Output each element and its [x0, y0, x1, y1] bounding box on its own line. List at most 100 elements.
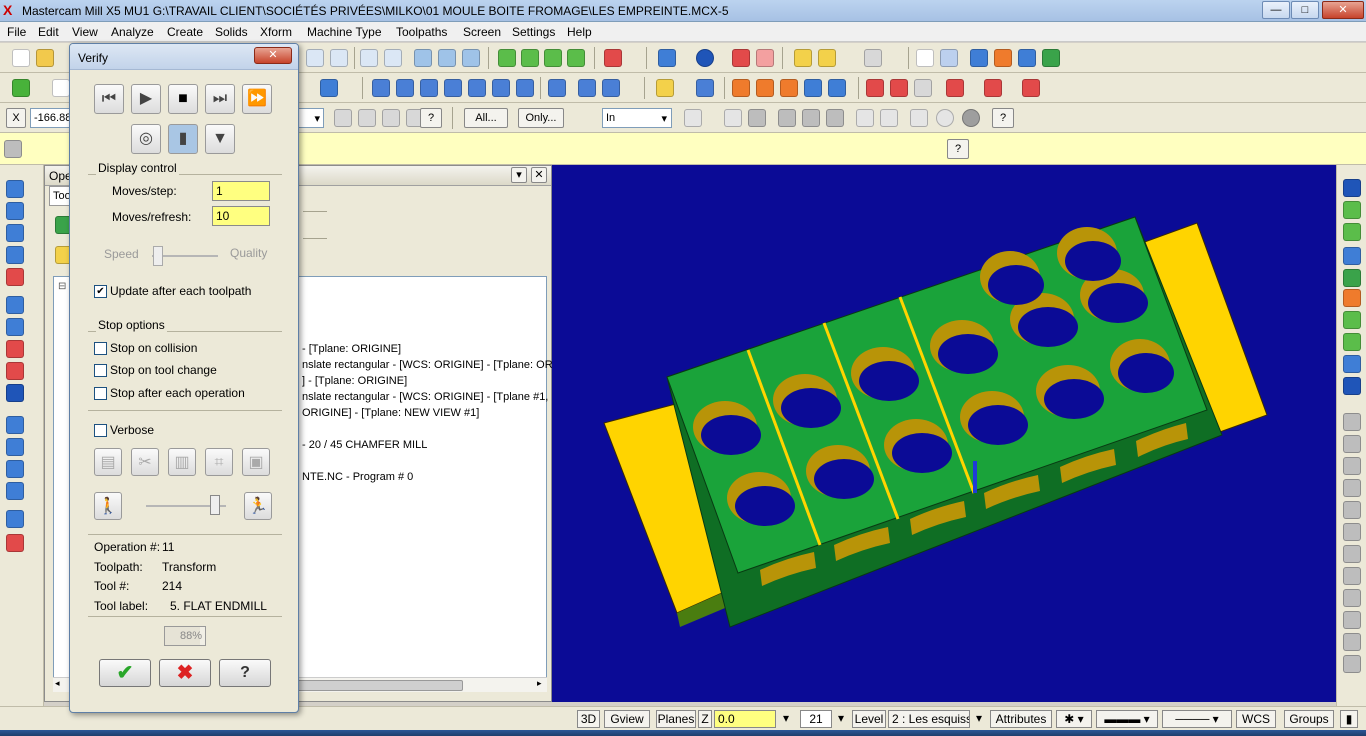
scrollbar-thumb[interactable] — [293, 680, 463, 691]
point-style-select[interactable]: ✱ ▾ — [1056, 710, 1092, 728]
tree-line-1[interactable]: - [Tplane: ORIGINE] — [302, 343, 401, 355]
zoom-out-icon[interactable] — [384, 49, 402, 67]
fillet-tool-icon[interactable] — [6, 246, 24, 264]
step-forward-button[interactable]: ⏭ — [205, 84, 235, 114]
chain-icon[interactable] — [438, 49, 456, 67]
xform-scale-icon[interactable] — [444, 79, 462, 97]
view-rotate-icon[interactable] — [1343, 247, 1361, 265]
moves-step-input[interactable]: 1 — [212, 181, 270, 201]
surface-icon[interactable] — [828, 79, 846, 97]
line-icon[interactable] — [52, 79, 70, 97]
xform-stretch-icon[interactable] — [602, 79, 620, 97]
view-top-icon[interactable] — [1343, 201, 1361, 219]
drill-toolpath-icon[interactable] — [890, 79, 908, 97]
ribbon-help-button[interactable]: ? — [420, 108, 442, 128]
tree-line-3[interactable]: ] - [Tplane: ORIGINE] — [302, 375, 407, 387]
disabled-tool-9-icon[interactable] — [1343, 589, 1361, 607]
menu-xform[interactable]: Xform — [260, 25, 292, 39]
front-view-icon[interactable] — [521, 49, 539, 67]
verify-close-button[interactable]: ✕ — [254, 47, 292, 64]
disabled-tool-7-icon[interactable] — [1343, 545, 1361, 563]
view-front-icon[interactable] — [1343, 223, 1361, 241]
dimension-icon[interactable] — [656, 79, 674, 97]
tree-line-2[interactable]: nslate rectangular - [WCS: ORIGINE] - [T… — [302, 359, 556, 371]
disable-icon[interactable] — [936, 109, 954, 127]
z-dropdown-icon[interactable]: ▾ — [778, 710, 794, 728]
face-select-icon[interactable] — [778, 109, 796, 127]
hatch-icon[interactable] — [756, 79, 774, 97]
point-icon[interactable] — [320, 79, 338, 97]
menu-screen[interactable]: Screen — [463, 25, 501, 39]
shade-view-icon[interactable] — [1343, 377, 1361, 395]
level-button[interactable]: Level — [852, 710, 886, 728]
extrude-tool-icon[interactable] — [6, 362, 24, 380]
panel-close-button[interactable]: ✕ — [531, 167, 547, 183]
fast-forward-button[interactable]: ⏩ — [242, 84, 272, 114]
verify-tool-1-icon[interactable]: ▤ — [94, 448, 122, 476]
menu-help[interactable]: Help — [567, 25, 592, 39]
stock-display-icon[interactable]: ▮ — [168, 124, 198, 154]
iso-view-icon[interactable] — [567, 49, 585, 67]
attributes-button[interactable]: Attributes — [990, 710, 1052, 728]
tool-display-icon[interactable]: ▼ — [205, 124, 235, 154]
join-tool-icon[interactable] — [6, 460, 24, 478]
mask-icon[interactable] — [382, 109, 400, 127]
help-button[interactable]: ? — [219, 659, 271, 687]
rewind-button[interactable]: ⏮ — [94, 84, 124, 114]
select-arrow-icon[interactable] — [724, 109, 742, 127]
grid-icon[interactable] — [940, 49, 958, 67]
solid-box-icon[interactable] — [604, 49, 622, 67]
disabled-tool-10-icon[interactable] — [1343, 611, 1361, 629]
edge-select-icon[interactable] — [826, 109, 844, 127]
ribbon-dropdown[interactable]: ▾ — [298, 108, 324, 128]
point-tool-icon[interactable] — [6, 180, 24, 198]
shell-tool-icon[interactable] — [6, 384, 24, 402]
view-side-icon[interactable] — [1343, 333, 1361, 351]
disabled-tool-8-icon[interactable] — [1343, 567, 1361, 585]
close-window-button[interactable]: ✕ — [1322, 1, 1364, 19]
select-all-button[interactable]: All... — [464, 108, 508, 128]
status-extra-button[interactable]: ▮ — [1340, 710, 1358, 728]
select-icon[interactable] — [414, 49, 432, 67]
zoom-window-icon[interactable] — [306, 49, 324, 67]
shade-sphere-icon[interactable] — [696, 49, 714, 67]
zoom-icon[interactable] — [330, 49, 348, 67]
wcs-button[interactable]: WCS — [1236, 710, 1276, 728]
panel-dropdown-button[interactable]: ▾ — [511, 167, 527, 183]
run-fast-icon[interactable]: 🏃 — [244, 492, 272, 520]
arc-tool-icon[interactable] — [6, 224, 24, 242]
shaded-solid-icon[interactable] — [732, 49, 750, 67]
tree-collapse-icon[interactable]: ⊟ — [58, 281, 66, 292]
planes-button[interactable]: Planes — [656, 710, 696, 728]
xform-translate-icon[interactable] — [372, 79, 390, 97]
solid-ops-icon[interactable] — [6, 534, 24, 552]
verify-tool-3-icon[interactable]: ▥ — [168, 448, 196, 476]
view-3d-button[interactable]: 3D — [577, 710, 600, 728]
menu-edit[interactable]: Edit — [38, 25, 59, 39]
stop-after-operation-checkbox[interactable] — [94, 387, 107, 400]
gview-button[interactable]: Gview — [604, 710, 650, 728]
disabled-tool-12-icon[interactable] — [1343, 655, 1361, 673]
cursor-icon[interactable] — [684, 109, 702, 127]
update-after-toolpath-checkbox[interactable]: ✔ — [94, 285, 107, 298]
speed-slider-thumb[interactable] — [153, 246, 163, 266]
xform-roll-icon[interactable] — [548, 79, 566, 97]
verify-icon[interactable] — [984, 79, 1002, 97]
stop-on-tool-change-checkbox[interactable] — [94, 364, 107, 377]
verbose-checkbox[interactable] — [94, 424, 107, 437]
disabled-tool-3-icon[interactable] — [1343, 457, 1361, 475]
draw-icon[interactable] — [804, 79, 822, 97]
tree-line-4[interactable]: nslate rectangular - [WCS: ORIGINE] - [T… — [302, 391, 548, 403]
menu-machine-type[interactable]: Machine Type — [307, 25, 382, 39]
moves-refresh-input[interactable]: 10 — [212, 206, 270, 226]
minimize-button[interactable]: — — [1262, 1, 1290, 19]
post-icon[interactable] — [1022, 79, 1040, 97]
body-select-icon[interactable] — [802, 109, 820, 127]
ok-button[interactable]: ✔ — [99, 659, 151, 687]
z-depth-field[interactable]: 0.0 — [714, 710, 776, 728]
xform-offset-icon[interactable] — [468, 79, 486, 97]
disabled-tool-1-icon[interactable] — [1343, 413, 1361, 431]
zoom-in-icon[interactable] — [360, 49, 378, 67]
save-view-icon[interactable] — [1343, 179, 1361, 197]
solid-select-icon[interactable] — [748, 109, 766, 127]
